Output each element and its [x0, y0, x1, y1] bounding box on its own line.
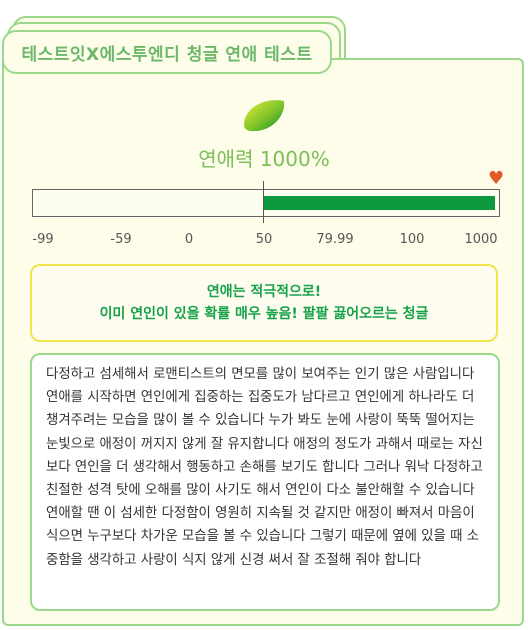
score-label: 연애력 1000% — [198, 147, 330, 171]
heart-icon: ♥ — [488, 168, 505, 189]
love-gauge — [32, 189, 500, 217]
gauge-tick-label: 1000 — [464, 232, 498, 247]
gauge-tick-label: 100 — [399, 232, 425, 247]
gauge-tick-label: -99 — [32, 232, 54, 247]
gauge-tick-label: 79.99 — [316, 232, 354, 247]
leaf-icon — [244, 100, 285, 132]
title-tab: 테스트잇X에스투엔디 청글 연애 테스트 — [2, 30, 332, 74]
gauge-center-line — [263, 181, 264, 223]
gauge-ticks: -99 -59 0 50 79.99 100 1000 — [0, 232, 528, 250]
summary-line-2: 이미 연인이 있을 확률 매우 높음! 팔팔 끓어오르는 청글 — [99, 306, 429, 322]
gauge-fill — [264, 196, 495, 210]
page-title: 테스트잇X에스투엔디 청글 연애 테스트 — [21, 44, 313, 65]
result-description: 다정하고 섬세해서 로맨티스트의 면모를 많이 보여주는 인기 많은 사람입니다… — [30, 353, 500, 611]
gauge-tick-label: 50 — [255, 232, 273, 247]
gauge-tick-label: 0 — [184, 232, 194, 247]
result-summary: 연애는 적극적으로! 이미 연인이 있을 확률 매우 높음! 팔팔 끓어오르는 … — [30, 264, 498, 342]
gauge-tick-label: -59 — [110, 232, 132, 247]
summary-line-1: 연애는 적극적으로! — [206, 284, 322, 300]
